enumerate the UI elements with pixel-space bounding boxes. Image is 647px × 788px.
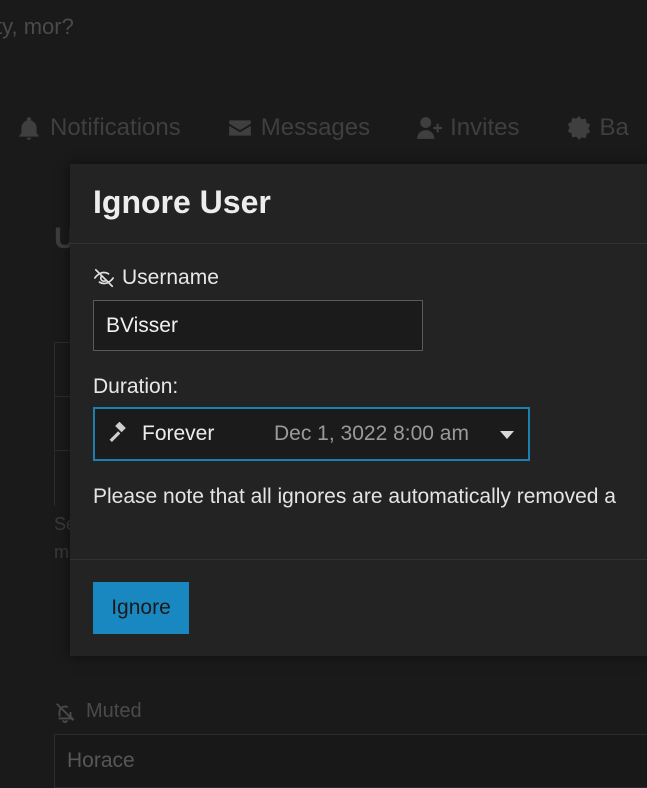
background-muted-field: Horace xyxy=(54,734,647,788)
page: ty, mor? Notifications Messages Invites … xyxy=(0,0,647,788)
badge-icon xyxy=(567,116,590,140)
background-fragment-2: m xyxy=(54,542,69,562)
nav-messages-label: Messages xyxy=(260,114,371,141)
duration-select[interactable]: Forever Dec 1, 3022 8:00 am xyxy=(93,407,530,461)
nav-notifications: Notifications xyxy=(16,114,181,142)
dialog-body: Username Duration: Forever Dec 1, 3022 8… xyxy=(70,244,647,560)
muted-label-text: Muted xyxy=(86,700,142,722)
dialog-footer: Ignore xyxy=(70,560,647,656)
nav-invites-label: Invites xyxy=(450,114,520,141)
duration-value: Forever xyxy=(142,422,215,445)
gavel-icon xyxy=(109,422,126,442)
background-greeting: ty, mor? xyxy=(0,14,74,39)
username-label: Username xyxy=(93,266,647,290)
nav-invites: Invites xyxy=(416,114,520,142)
dialog-title: Ignore User xyxy=(93,184,271,220)
nav-notifications-label: Notifications xyxy=(50,114,181,141)
bell-icon xyxy=(19,117,39,140)
nav-badges-label: Ba xyxy=(599,114,629,141)
background-nav: Notifications Messages Invites Ba xyxy=(16,114,647,142)
duration-label: Duration: xyxy=(93,375,179,398)
nav-messages: Messages xyxy=(227,114,370,142)
background-muted-label: Muted xyxy=(54,700,142,723)
chevron-down-icon xyxy=(500,431,514,439)
username-label-text: Username xyxy=(122,266,219,289)
dialog-header: Ignore User xyxy=(70,164,647,244)
ignore-note: Please note that all ignores are automat… xyxy=(93,485,616,508)
nav-badges: Ba xyxy=(566,114,629,142)
ignore-button[interactable]: Ignore xyxy=(93,582,189,634)
bell-slash-icon xyxy=(56,702,75,723)
username-input[interactable] xyxy=(93,300,423,351)
ignore-user-dialog: Ignore User Username Duration: Forever xyxy=(70,164,647,656)
user-plus-icon xyxy=(417,117,443,139)
eye-slash-icon xyxy=(94,268,114,288)
envelope-icon xyxy=(228,120,251,136)
duration-date: Dec 1, 3022 8:00 am xyxy=(274,422,469,445)
